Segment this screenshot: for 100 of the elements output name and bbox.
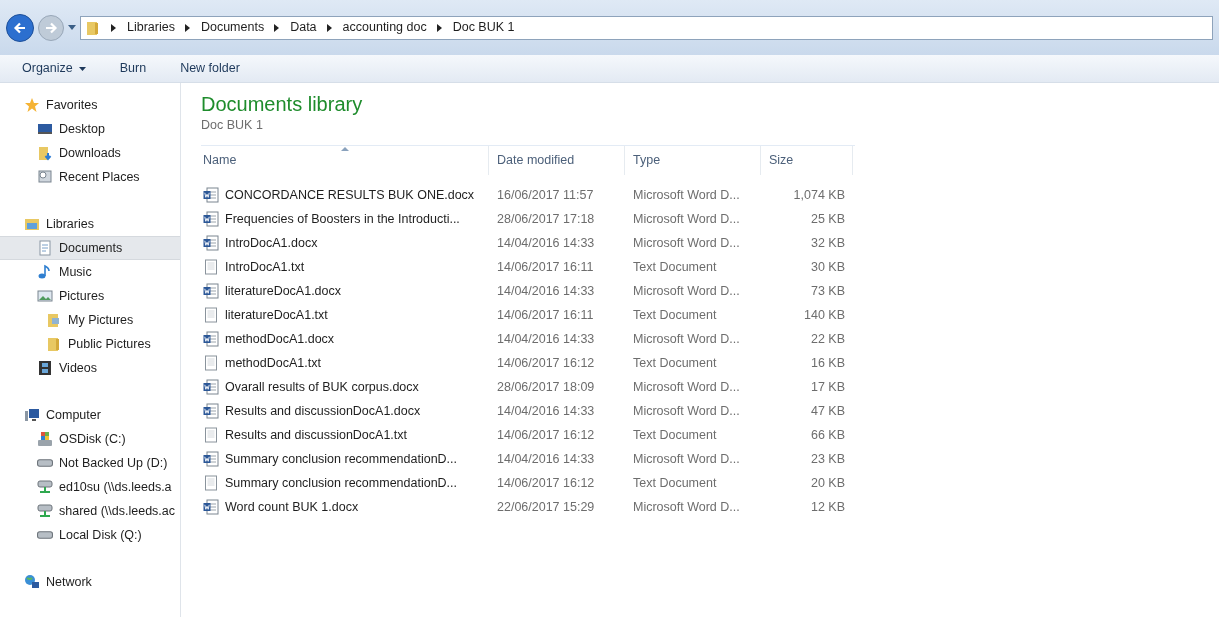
breadcrumb-item[interactable]: Documents: [200, 18, 265, 37]
file-type: Microsoft Word D...: [633, 187, 740, 202]
file-row[interactable]: Ovarall results of BUK corpus.docx 28/06/2017 18:09 Microsoft Word D... 17 KB: [201, 375, 855, 399]
star-icon: [24, 97, 40, 113]
network-globe-icon: [24, 574, 40, 590]
column-header[interactable]: Name: [201, 146, 489, 175]
nav-group-header[interactable]: Computer: [0, 403, 180, 427]
word-document-icon: [203, 331, 219, 347]
nav-item[interactable]: Pictures: [0, 284, 180, 308]
library-subtitle: Doc BUK 1: [201, 117, 264, 133]
text-document-icon: [203, 259, 219, 275]
folder-picture-icon: [46, 312, 62, 328]
nav-item[interactable]: shared (\\ds.leeds.ac: [0, 499, 180, 523]
nav-item[interactable]: Local Disk (Q:): [0, 523, 180, 547]
date-modified: 14/04/2016 14:33: [497, 331, 595, 346]
breadcrumb-item[interactable]: Doc BUK 1: [452, 18, 515, 37]
computer-icon: [24, 407, 40, 423]
file-name: literatureDocA1.docx: [225, 282, 342, 300]
file-row[interactable]: methodDocA1.txt 14/06/2017 16:12 Text Document 16 KB: [201, 351, 855, 375]
nav-item[interactable]: Not Backed Up (D:): [0, 451, 180, 475]
nav-item[interactable]: My Pictures: [0, 308, 180, 332]
nav-item[interactable]: Recent Places: [0, 165, 180, 189]
recent-places-icon: [37, 169, 53, 185]
file-type: Microsoft Word D...: [633, 235, 740, 250]
breadcrumb-item[interactable]: Libraries: [127, 18, 175, 37]
file-size: 140 KB: [804, 307, 845, 322]
breadcrumb-arrow-icon[interactable]: [184, 23, 191, 32]
file-row[interactable]: Frequencies of Boosters in the Introducti... 28/06/2017 17:18 Microsoft Word D... 25 KB: [201, 207, 855, 231]
film-icon: [37, 360, 53, 376]
date-modified: 14/06/2017 16:12: [497, 355, 595, 370]
text-document-icon: [203, 427, 219, 443]
file-row[interactable]: Summary conclusion recommendationD... 14/06/2017 16:12 Text Document 20 KB: [201, 471, 855, 495]
address-bar[interactable]: Libraries Documents Data accounting doc Doc BUK 1: [80, 15, 1213, 40]
file-type: Microsoft Word D...: [633, 451, 740, 466]
file-type: Text Document: [633, 307, 717, 322]
nav-item[interactable]: OSDisk (C:): [0, 427, 180, 451]
nav-group-header[interactable]: Favorites: [0, 93, 180, 117]
file-size: 32 KB: [810, 235, 845, 250]
nav-item[interactable]: Downloads: [0, 141, 180, 165]
file-type: Microsoft Word D...: [633, 211, 740, 226]
file-size: 47 KB: [810, 403, 845, 418]
word-document-icon: [203, 451, 219, 467]
date-modified: 14/06/2017 16:11: [497, 259, 594, 274]
breadcrumb-item[interactable]: Data: [290, 18, 317, 37]
date-modified: 14/06/2017 16:12: [497, 427, 595, 442]
breadcrumb-arrow-icon[interactable]: [326, 23, 333, 32]
file-row[interactable]: CONCORDANCE RESULTS BUK ONE.docx 16/06/2017 11:57 Microsoft Word D... 1,074 KB: [201, 183, 855, 207]
breadcrumb-item[interactable]: accounting doc: [342, 18, 427, 37]
file-name: IntroDocA1.docx: [225, 234, 318, 252]
file-name: methodDocA1.txt: [225, 354, 321, 372]
file-size: 30 KB: [810, 259, 845, 274]
toolbar-button[interactable]: Organize: [22, 59, 86, 78]
file-type: Microsoft Word D...: [633, 283, 740, 298]
caret-icon: [78, 66, 86, 71]
nav-item[interactable]: Desktop: [0, 117, 180, 141]
nav-group-header[interactable]: Network: [0, 570, 180, 594]
column-header[interactable]: Date modified: [489, 146, 625, 175]
file-type: Microsoft Word D...: [633, 379, 740, 394]
file-size: 1,074 KB: [793, 187, 845, 202]
file-name: Ovarall results of BUK corpus.docx: [225, 378, 419, 396]
file-type: Microsoft Word D...: [633, 331, 740, 346]
file-type: Microsoft Word D...: [633, 499, 740, 514]
history-dropdown-icon[interactable]: [68, 24, 76, 31]
column-header[interactable]: Size: [761, 146, 853, 175]
breadcrumb-arrow-icon[interactable]: [274, 23, 281, 32]
text-document-icon: [203, 307, 219, 323]
file-row[interactable]: Results and discussionDocA1.docx 14/04/2016 14:33 Microsoft Word D... 47 KB: [201, 399, 855, 423]
file-name: literatureDocA1.txt: [225, 306, 328, 324]
monitor-icon: [37, 121, 53, 137]
word-document-icon: [203, 403, 219, 419]
breadcrumb-arrow-icon[interactable]: [111, 23, 117, 32]
file-row[interactable]: Summary conclusion recommendationD... 14/04/2016 14:33 Microsoft Word D... 23 KB: [201, 447, 855, 471]
nav-item[interactable]: Public Pictures: [0, 332, 180, 356]
file-row[interactable]: Results and discussionDocA1.txt 14/06/2017 16:12 Text Document 66 KB: [201, 423, 855, 447]
file-name: IntroDocA1.txt: [225, 258, 305, 276]
nav-item[interactable]: Music: [0, 260, 180, 284]
nav-item[interactable]: ed10su (\\ds.leeds.a: [0, 475, 180, 499]
network-drive-icon: [37, 503, 53, 519]
nav-item[interactable]: Videos: [0, 356, 180, 380]
file-name: CONCORDANCE RESULTS BUK ONE.docx: [225, 186, 475, 204]
breadcrumb-arrow-icon[interactable]: [436, 23, 443, 32]
file-row[interactable]: IntroDocA1.txt 14/06/2017 16:11 Text Document 30 KB: [201, 255, 855, 279]
file-size: 12 KB: [810, 499, 845, 514]
file-name: methodDocA1.docx: [225, 330, 335, 348]
nav-group-header[interactable]: Libraries: [0, 212, 180, 236]
file-name: Summary conclusion recommendationD...: [225, 474, 458, 492]
file-size: 20 KB: [810, 475, 845, 490]
file-row[interactable]: Word count BUK 1.docx 22/06/2017 15:29 Microsoft Word D... 12 KB: [201, 495, 855, 519]
toolbar-button[interactable]: New folder: [180, 59, 240, 78]
file-type: Text Document: [633, 427, 717, 442]
back-button[interactable]: [6, 13, 34, 42]
column-header[interactable]: Type: [625, 146, 761, 175]
file-row[interactable]: methodDocA1.docx 14/04/2016 14:33 Microsoft Word D... 22 KB: [201, 327, 855, 351]
file-row[interactable]: literatureDocA1.txt 14/06/2017 16:11 Text Document 140 KB: [201, 303, 855, 327]
file-size: 23 KB: [810, 451, 845, 466]
file-row[interactable]: IntroDocA1.docx 14/04/2016 14:33 Microsoft Word D... 32 KB: [201, 231, 855, 255]
file-row[interactable]: literatureDocA1.docx 14/04/2016 14:33 Microsoft Word D... 73 KB: [201, 279, 855, 303]
nav-item[interactable]: Documents: [0, 236, 180, 260]
folder-download-icon: [37, 145, 53, 161]
toolbar-button[interactable]: Burn: [119, 59, 147, 78]
